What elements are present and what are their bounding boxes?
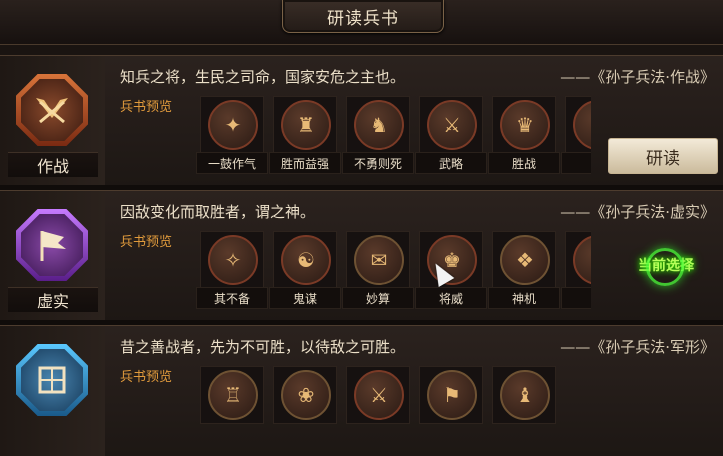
plant-icon: ❀ <box>281 370 331 420</box>
quote: 因敌变化而取胜者，谓之神。 <box>120 203 316 221</box>
book-list: ✦ 一鼓作气 ♜ 胜而益强 ♞ 不勇则死 ⚔ 武略 ♛ 胜战 <box>196 96 591 174</box>
warrior-icon: ♜ <box>281 100 331 150</box>
banner-flag-icon <box>12 205 92 285</box>
book-item[interactable]: ✦ 一鼓作气 <box>196 96 268 174</box>
quote: 昔之善战者，先为不可胜，以待敌之可胜。 <box>120 338 406 356</box>
book-item[interactable]: ❀ <box>269 366 339 444</box>
sword-icon: ⚔ <box>427 100 477 150</box>
dragon-icon: ✦ <box>208 100 258 150</box>
quote: 知兵之将，生民之司命，国家安危之主也。 <box>120 68 406 86</box>
quote-source: ——《孙子兵法·作战》 <box>560 68 715 86</box>
book-item[interactable]: ✉ 妙算 <box>342 231 414 309</box>
book-item[interactable]: ⚔ 武略 <box>415 96 487 174</box>
banner-icon: ⚑ <box>427 370 477 420</box>
book-item[interactable]: 占 <box>561 231 591 309</box>
book-list: ✧其不备 ☯鬼谋 ✉妙算 ♚将威 ❖神机 占 <box>196 231 591 309</box>
category-label: 虚实 <box>8 287 98 312</box>
winged-crossed-swords-icon <box>12 70 92 150</box>
book-item[interactable] <box>561 96 591 174</box>
figure-icon: ♝ <box>500 370 550 420</box>
book-item[interactable]: ⚔ <box>342 366 412 444</box>
quote-source: ——《孙子兵法·军形》 <box>560 338 715 356</box>
book-item[interactable]: ♖ <box>196 366 266 444</box>
general-icon: ♞ <box>354 100 404 150</box>
book-item[interactable]: ♝ <box>488 366 558 444</box>
page-title: 研读兵书 <box>282 0 444 33</box>
section-junxing[interactable]: 昔之善战者，先为不可胜，以待敌之可胜。 ——《孙子兵法·军形》 兵书预览 ♖ ❀… <box>0 325 723 456</box>
category-label: 作战 <box>8 152 98 177</box>
book-item[interactable]: ♞ 不勇则死 <box>342 96 414 174</box>
fortress-icon: ♖ <box>208 370 258 420</box>
book-item[interactable]: ✧ 其不备 <box>196 231 268 309</box>
quote-source: ——《孙子兵法·虚实》 <box>560 203 715 221</box>
preview-label: 兵书预览 <box>120 100 173 115</box>
book-item[interactable]: ⚑ <box>415 366 485 444</box>
book-item[interactable]: ♛ 胜战 <box>488 96 560 174</box>
book-item[interactable]: ☯ 鬼谋 <box>269 231 341 309</box>
current-selection-badge: 当前选择 <box>626 248 706 286</box>
study-button[interactable]: 研读 <box>608 138 718 174</box>
preview-label: 兵书预览 <box>120 370 173 385</box>
scroll-icon: ✉ <box>354 235 404 285</box>
section-xushi[interactable]: 虚实 因敌变化而取胜者，谓之神。 ——《孙子兵法·虚实》 兵书预览 ✧ 其不备 ☯… <box>0 190 723 321</box>
book-item[interactable]: ❖ 神机 <box>488 231 560 309</box>
wing-icon: ✧ <box>208 235 258 285</box>
book-icon: ❖ <box>500 235 550 285</box>
armor-icon: ♛ <box>500 100 550 150</box>
preview-label: 兵书预览 <box>120 235 173 250</box>
book-item[interactable]: ♜ 胜而益强 <box>269 96 341 174</box>
strategist-icon: ☯ <box>281 235 331 285</box>
book-list: ♖ ❀ ⚔ ⚑ ♝ <box>196 366 591 444</box>
blade-icon: ⚔ <box>354 370 404 420</box>
formation-shield-icon <box>12 340 92 420</box>
top-bar: 研读兵书 <box>0 0 723 45</box>
